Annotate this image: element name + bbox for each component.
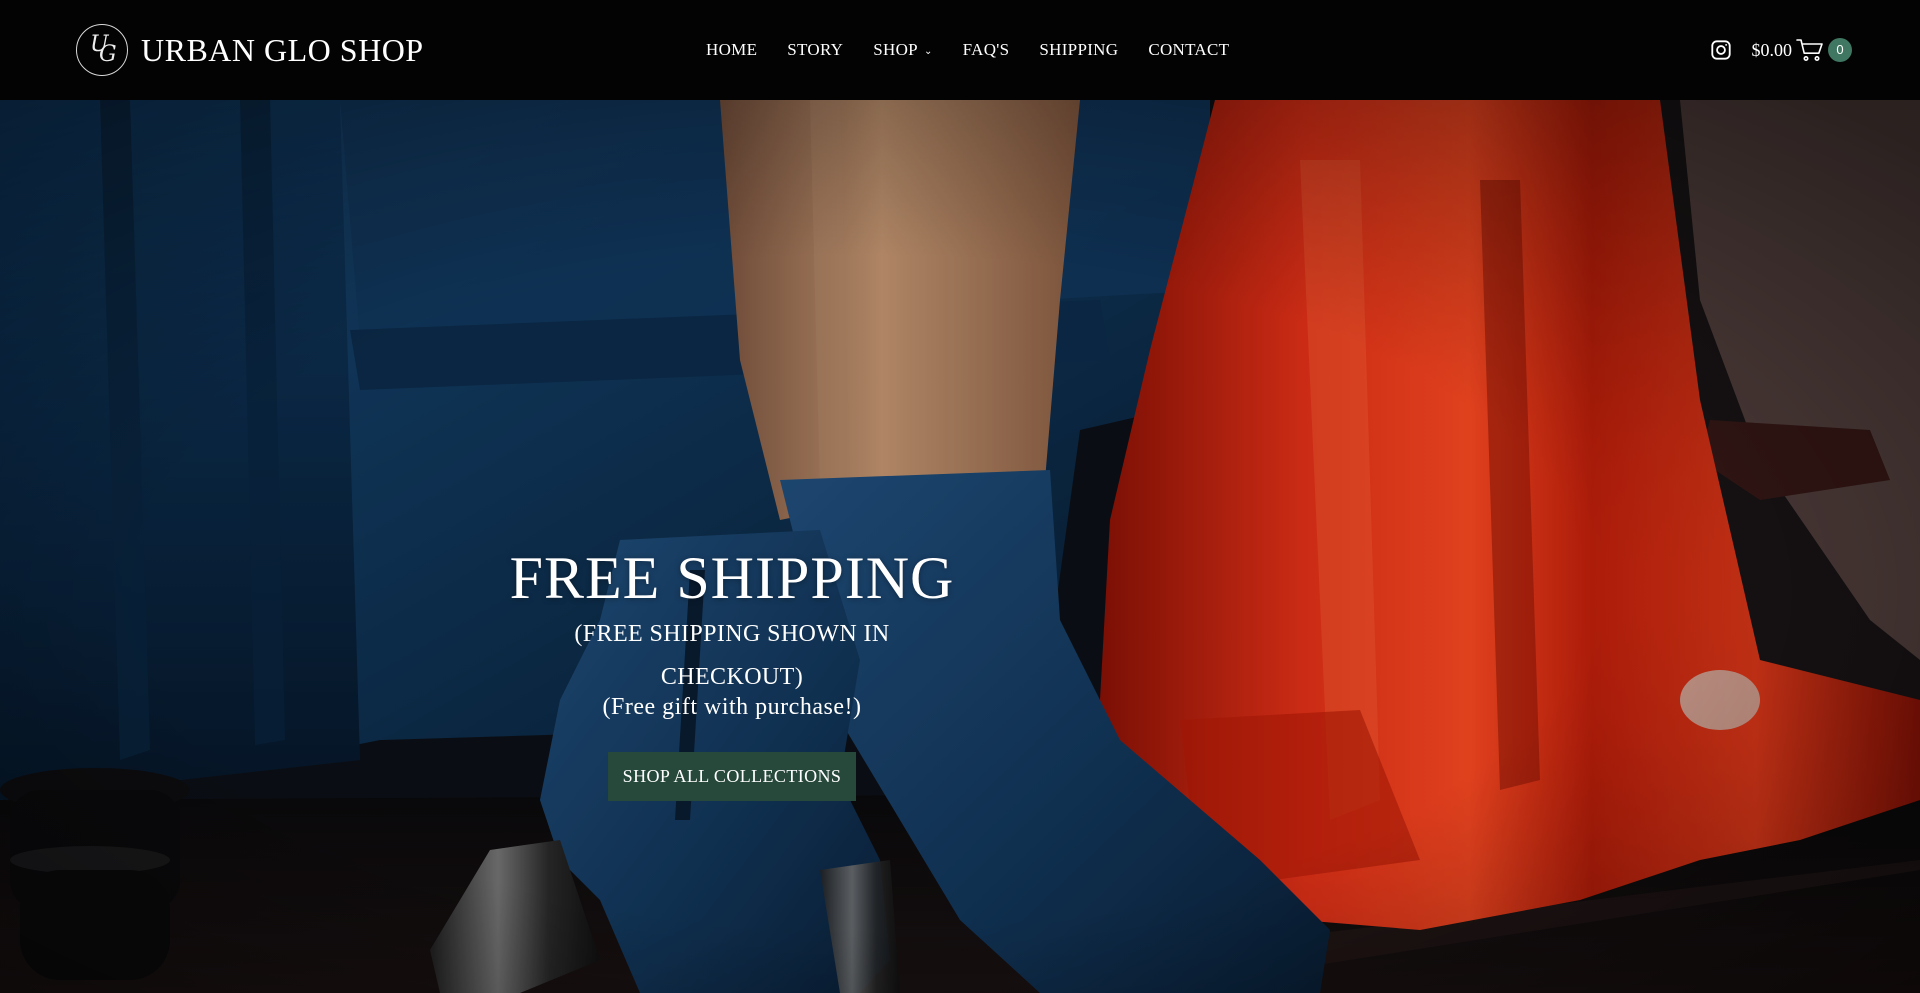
nav-contact-label: CONTACT (1148, 40, 1230, 59)
cart-total[interactable]: $0.00 (1752, 40, 1793, 61)
hero-title: FREE SHIPPING (509, 545, 955, 611)
nav-home[interactable]: HOME (706, 40, 757, 60)
nav-shipping[interactable]: SHIPPING (1039, 40, 1118, 60)
cart-count-badge[interactable]: 0 (1828, 38, 1852, 62)
site-header: U G URBAN GLO SHOP HOME STORY SHOP ⌄ FAQ'… (0, 0, 1920, 100)
instagram-icon[interactable] (1710, 39, 1732, 61)
brand-name: URBAN GLO SHOP (141, 31, 424, 68)
cart-icon[interactable] (1796, 38, 1824, 62)
logo-monogram: U G (76, 24, 128, 76)
hero-subtitle: (FREE SHIPPING SHOWN IN CHECKOUT) (574, 621, 890, 690)
hero-gift-note: (Free gift with purchase!) (602, 694, 862, 720)
chevron-down-icon: ⌄ (923, 45, 933, 57)
nav-home-label: HOME (706, 40, 758, 59)
nav-faqs[interactable]: FAQ'S (963, 40, 1010, 60)
nav-faqs-label: FAQ'S (962, 40, 1010, 59)
monogram-letter-bottom: G (99, 42, 117, 67)
nav-shop[interactable]: SHOP ⌄ (873, 40, 932, 60)
shop-all-collections-button[interactable]: SHOP ALL COLLECTIONS (607, 752, 857, 801)
main-nav: HOME STORY SHOP ⌄ FAQ'S SHIPPING CONTACT (706, 38, 1229, 62)
nav-contact[interactable]: CONTACT (1148, 40, 1229, 60)
header-actions: $0.00 0 (1710, 36, 1852, 64)
nav-story-label: STORY (787, 40, 844, 59)
nav-story[interactable]: STORY (787, 40, 843, 60)
logo-link[interactable]: U G URBAN GLO SHOP (76, 24, 424, 76)
nav-shop-label: SHOP (873, 40, 918, 59)
hero-banner: FREE SHIPPING (FREE SHIPPING SHOWN IN CH… (0, 100, 1920, 993)
nav-shipping-label: SHIPPING (1039, 40, 1119, 59)
